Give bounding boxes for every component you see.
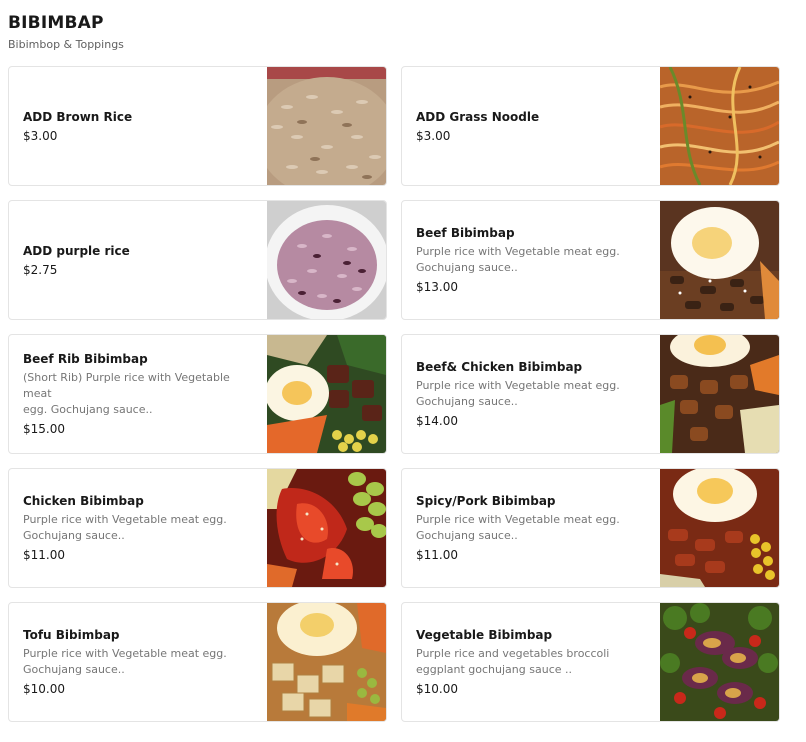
- menu-item-grid: ADD Brown Rice $3.00 ADD Grass Noodle $3…: [8, 66, 780, 722]
- menu-item-price: $13.00: [416, 280, 458, 294]
- menu-item-price: $3.00: [23, 128, 58, 143]
- menu-item-info: Chicken Bibimbap Purple rice with Vegeta…: [23, 469, 255, 587]
- menu-item-card[interactable]: ADD Grass Noodle $3.00: [401, 66, 780, 186]
- menu-item-name: Beef& Chicken Bibimbap: [416, 360, 583, 374]
- chicken-bibimbap-photo: [267, 469, 386, 587]
- section-header: BIBIMBAP Bibimbop & Toppings: [8, 12, 124, 52]
- purple-rice-photo: [267, 201, 386, 319]
- menu-item-price: $15.00: [23, 422, 65, 436]
- glass-noodle-photo: [660, 67, 779, 185]
- menu-item-name: Beef Rib Bibimbap: [23, 352, 148, 366]
- tofu-bibimbap-photo: [267, 603, 386, 721]
- vegetable-bibimbap-photo: [660, 603, 779, 721]
- menu-item-description: Purple rice with Vegetable meat egg. Goc…: [23, 647, 227, 676]
- menu-item-card[interactable]: Vegetable Bibimbap Purple rice and veget…: [401, 602, 780, 722]
- menu-item-price: $10.00: [23, 682, 65, 696]
- section-subtitle: Bibimbop & Toppings: [8, 38, 124, 51]
- menu-item-name: Tofu Bibimbap: [23, 628, 120, 642]
- section-title: BIBIMBAP: [8, 13, 104, 33]
- menu-item-name: ADD Grass Noodle: [416, 109, 540, 124]
- menu-item-info: Tofu Bibimbap Purple rice with Vegetable…: [23, 603, 255, 721]
- menu-item-name: Beef Bibimbap: [416, 226, 515, 240]
- menu-item-price: $2.75: [23, 262, 58, 277]
- menu-item-price: $11.00: [416, 548, 458, 562]
- beef-chicken-bibimbap-photo: [660, 335, 779, 453]
- menu-item-description: Purple rice with Vegetable meat egg. Goc…: [416, 379, 620, 408]
- menu-item-description: Purple rice with Vegetable meat egg. Goc…: [416, 513, 620, 542]
- menu-item-name: Chicken Bibimbap: [23, 494, 144, 508]
- menu-item-name: ADD Brown Rice: [23, 109, 133, 124]
- menu-item-card[interactable]: Spicy/Pork Bibimbap Purple rice with Veg…: [401, 468, 780, 588]
- menu-item-info: ADD Grass Noodle $3.00: [416, 67, 648, 185]
- menu-item-name: Vegetable Bibimbap: [416, 628, 553, 642]
- menu-item-price: $3.00: [416, 128, 451, 143]
- menu-item-info: ADD purple rice $2.75: [23, 201, 255, 319]
- menu-item-card[interactable]: Beef Bibimbap Purple rice with Vegetable…: [401, 200, 780, 320]
- menu-item-card[interactable]: ADD Brown Rice $3.00: [8, 66, 387, 186]
- menu-item-card[interactable]: Chicken Bibimbap Purple rice with Vegeta…: [8, 468, 387, 588]
- menu-item-description: Purple rice with Vegetable meat egg. Goc…: [23, 513, 227, 542]
- menu-item-description: (Short Rib) Purple rice with Vegetable m…: [23, 371, 230, 416]
- spicy-pork-bibimbap-photo: [660, 469, 779, 587]
- menu-item-info: Beef& Chicken Bibimbap Purple rice with …: [416, 335, 648, 453]
- menu-item-price: $14.00: [416, 414, 458, 428]
- menu-item-price: $10.00: [416, 682, 458, 696]
- menu-item-card[interactable]: ADD purple rice $2.75: [8, 200, 387, 320]
- menu-item-info: ADD Brown Rice $3.00: [23, 67, 255, 185]
- beef-rib-bibimbap-photo: [267, 335, 386, 453]
- menu-item-description: Purple rice with Vegetable meat egg. Goc…: [416, 245, 620, 274]
- menu-item-info: Beef Rib Bibimbap (Short Rib) Purple ric…: [23, 335, 255, 453]
- menu-item-info: Vegetable Bibimbap Purple rice and veget…: [416, 603, 648, 721]
- brown-rice-photo: [267, 67, 386, 185]
- menu-item-price: $11.00: [23, 548, 65, 562]
- menu-item-card[interactable]: Tofu Bibimbap Purple rice with Vegetable…: [8, 602, 387, 722]
- menu-item-card[interactable]: Beef& Chicken Bibimbap Purple rice with …: [401, 334, 780, 454]
- menu-item-card[interactable]: Beef Rib Bibimbap (Short Rib) Purple ric…: [8, 334, 387, 454]
- menu-item-description: Purple rice and vegetables broccoli eggp…: [416, 647, 610, 676]
- menu-item-info: Beef Bibimbap Purple rice with Vegetable…: [416, 201, 648, 319]
- menu-item-name: Spicy/Pork Bibimbap: [416, 494, 556, 508]
- menu-item-name: ADD purple rice: [23, 243, 130, 258]
- beef-bibimbap-photo: [660, 201, 779, 319]
- menu-item-info: Spicy/Pork Bibimbap Purple rice with Veg…: [416, 469, 648, 587]
